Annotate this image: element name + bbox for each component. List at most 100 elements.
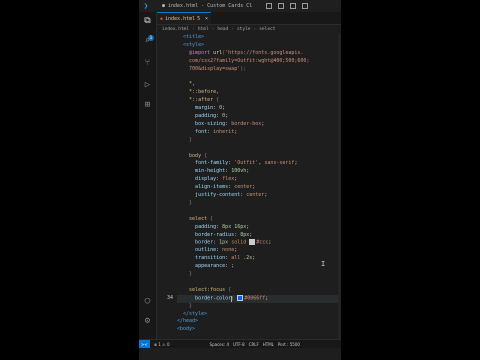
toggle-panel-icon[interactable] bbox=[278, 3, 284, 9]
live-server-port-status[interactable]: Port : 5500 bbox=[278, 342, 300, 347]
code-line: @import url('https://fonts.googleapis. bbox=[177, 50, 341, 58]
chevron-right-icon: › bbox=[211, 27, 215, 32]
color-swatch-icon[interactable] bbox=[249, 239, 256, 246]
code-token: 1px bbox=[219, 239, 229, 246]
code-line: display: flex; bbox=[177, 176, 341, 184]
line-number bbox=[157, 208, 173, 216]
tab-label: index.html bbox=[165, 15, 196, 22]
code-token: { bbox=[210, 215, 214, 222]
code-token: box-sizing bbox=[177, 120, 226, 127]
code-editor[interactable]: 34 <title> <style> @import url('https://… bbox=[157, 34, 341, 339]
chevron-right-icon: › bbox=[192, 27, 195, 32]
line-number bbox=[157, 200, 173, 208]
search-icon[interactable]: ⌕ bbox=[142, 36, 153, 47]
line-number bbox=[157, 263, 173, 271]
explorer-icon[interactable]: ⧉ bbox=[142, 16, 153, 27]
code-token: center bbox=[234, 184, 253, 191]
indentation-status[interactable]: Spaces: 4 bbox=[210, 342, 229, 347]
code-token: 'Outfit' bbox=[234, 160, 259, 167]
editor-tabs: ◆ index.html 5 × bbox=[157, 12, 341, 25]
account-icon[interactable]: ◯ bbox=[142, 296, 153, 307]
code-line: select { bbox=[177, 216, 341, 224]
code-token: 8px 16px bbox=[222, 223, 247, 230]
line-number bbox=[157, 97, 173, 105]
code-token: align-items bbox=[177, 184, 229, 191]
code-token: { bbox=[216, 97, 220, 104]
extensions-icon[interactable]: ⊞ bbox=[142, 100, 153, 111]
line-number bbox=[157, 137, 173, 145]
line-number bbox=[157, 239, 173, 247]
code-token: } bbox=[177, 199, 193, 206]
source-control-icon[interactable]: ⑂ bbox=[142, 58, 153, 69]
problems-status[interactable]: ⊗ 1 ⚠ 0 bbox=[154, 342, 170, 347]
code-token: center bbox=[246, 192, 265, 198]
code-line: <style> bbox=[177, 42, 341, 50]
code-line: select:focus { bbox=[177, 287, 341, 295]
encoding-status[interactable]: UTF-8 bbox=[233, 342, 245, 347]
code-token: </style> bbox=[177, 310, 208, 317]
vscode-window: ❯ ● index.html - Custom Cards Cl... ⧉ 1 … bbox=[139, 0, 341, 360]
window-title: ● index.html - Custom Cards Cl... bbox=[162, 3, 252, 9]
line-number bbox=[157, 89, 173, 97]
code-token: } bbox=[177, 271, 193, 277]
code-token: select:focus bbox=[177, 286, 229, 293]
line-number bbox=[157, 318, 173, 326]
layout-icon[interactable] bbox=[290, 3, 296, 9]
code-line: font: inherit; bbox=[177, 129, 341, 137]
breadcrumb-item[interactable]: select bbox=[259, 27, 275, 32]
mouse-ibeam-cursor: I bbox=[321, 260, 326, 268]
code-token: solid bbox=[228, 239, 250, 246]
code-token: justify-content bbox=[177, 192, 241, 198]
tab-index-html[interactable]: ◆ index.html 5 × bbox=[157, 12, 211, 24]
code-line: 700&display=swap'); bbox=[177, 66, 341, 74]
code-line: padding: 0; bbox=[177, 113, 341, 121]
vertical-scrollbar[interactable] bbox=[338, 34, 341, 339]
code-line: *::after { bbox=[177, 97, 341, 105]
code-token: } bbox=[177, 302, 193, 309]
breadcrumb-item[interactable]: html bbox=[198, 27, 209, 32]
run-debug-icon[interactable]: ▷ bbox=[142, 80, 153, 91]
code-line: } bbox=[177, 303, 341, 311]
code-token: min-height bbox=[177, 168, 226, 175]
language-mode-status[interactable]: HTML bbox=[263, 342, 274, 347]
line-number bbox=[157, 287, 173, 295]
line-number bbox=[157, 50, 173, 58]
code-line: border-color: #0066ff; bbox=[177, 294, 341, 303]
line-number bbox=[157, 66, 173, 74]
code-line: padding: 8px 16px; bbox=[177, 224, 341, 232]
code-token: none bbox=[222, 247, 235, 254]
breadcrumb-item[interactable]: head bbox=[217, 27, 228, 32]
code-token: border-radius bbox=[177, 231, 235, 238]
vscode-logo-icon[interactable]: ❯ bbox=[142, 2, 150, 10]
tab-close-icon[interactable]: × bbox=[205, 16, 208, 22]
code-token: <body> bbox=[177, 326, 196, 333]
line-number bbox=[157, 271, 173, 279]
line-number bbox=[157, 216, 173, 224]
breadcrumb-item[interactable]: index.html bbox=[162, 27, 189, 32]
code-line: align-items: center; bbox=[177, 184, 341, 192]
code-token: } bbox=[177, 136, 193, 143]
bottom-strip bbox=[139, 348, 341, 360]
code-token: ; bbox=[234, 176, 238, 183]
line-number bbox=[157, 160, 173, 168]
code-token: 'https://fonts.googleapis. bbox=[225, 49, 304, 56]
eol-status[interactable]: CRLF bbox=[249, 342, 259, 347]
code-token: *::after bbox=[177, 97, 217, 104]
code-token: 8px bbox=[240, 231, 250, 238]
toggle-sidebar-icon[interactable] bbox=[266, 3, 272, 9]
code-token: ; bbox=[246, 223, 250, 230]
color-swatch-icon[interactable] bbox=[237, 294, 244, 301]
line-number bbox=[157, 42, 173, 50]
code-token: *, bbox=[177, 81, 196, 88]
code-token: 700&display=swap' bbox=[177, 65, 241, 72]
line-number bbox=[157, 168, 173, 176]
code-token: sans-serif bbox=[264, 160, 295, 167]
code-token: inherit bbox=[213, 128, 235, 135]
settings-gear-icon[interactable]: ⚙ bbox=[142, 316, 153, 327]
close-window-icon[interactable] bbox=[302, 3, 308, 9]
code-token: ; bbox=[249, 231, 253, 238]
breadcrumb-item[interactable]: style bbox=[237, 27, 251, 32]
code-line: outline: none; bbox=[177, 247, 341, 255]
activity-bar: ⧉ 1 ⌕ ⑂ ▷ ⊞ ◯ ⚙ bbox=[139, 12, 157, 348]
